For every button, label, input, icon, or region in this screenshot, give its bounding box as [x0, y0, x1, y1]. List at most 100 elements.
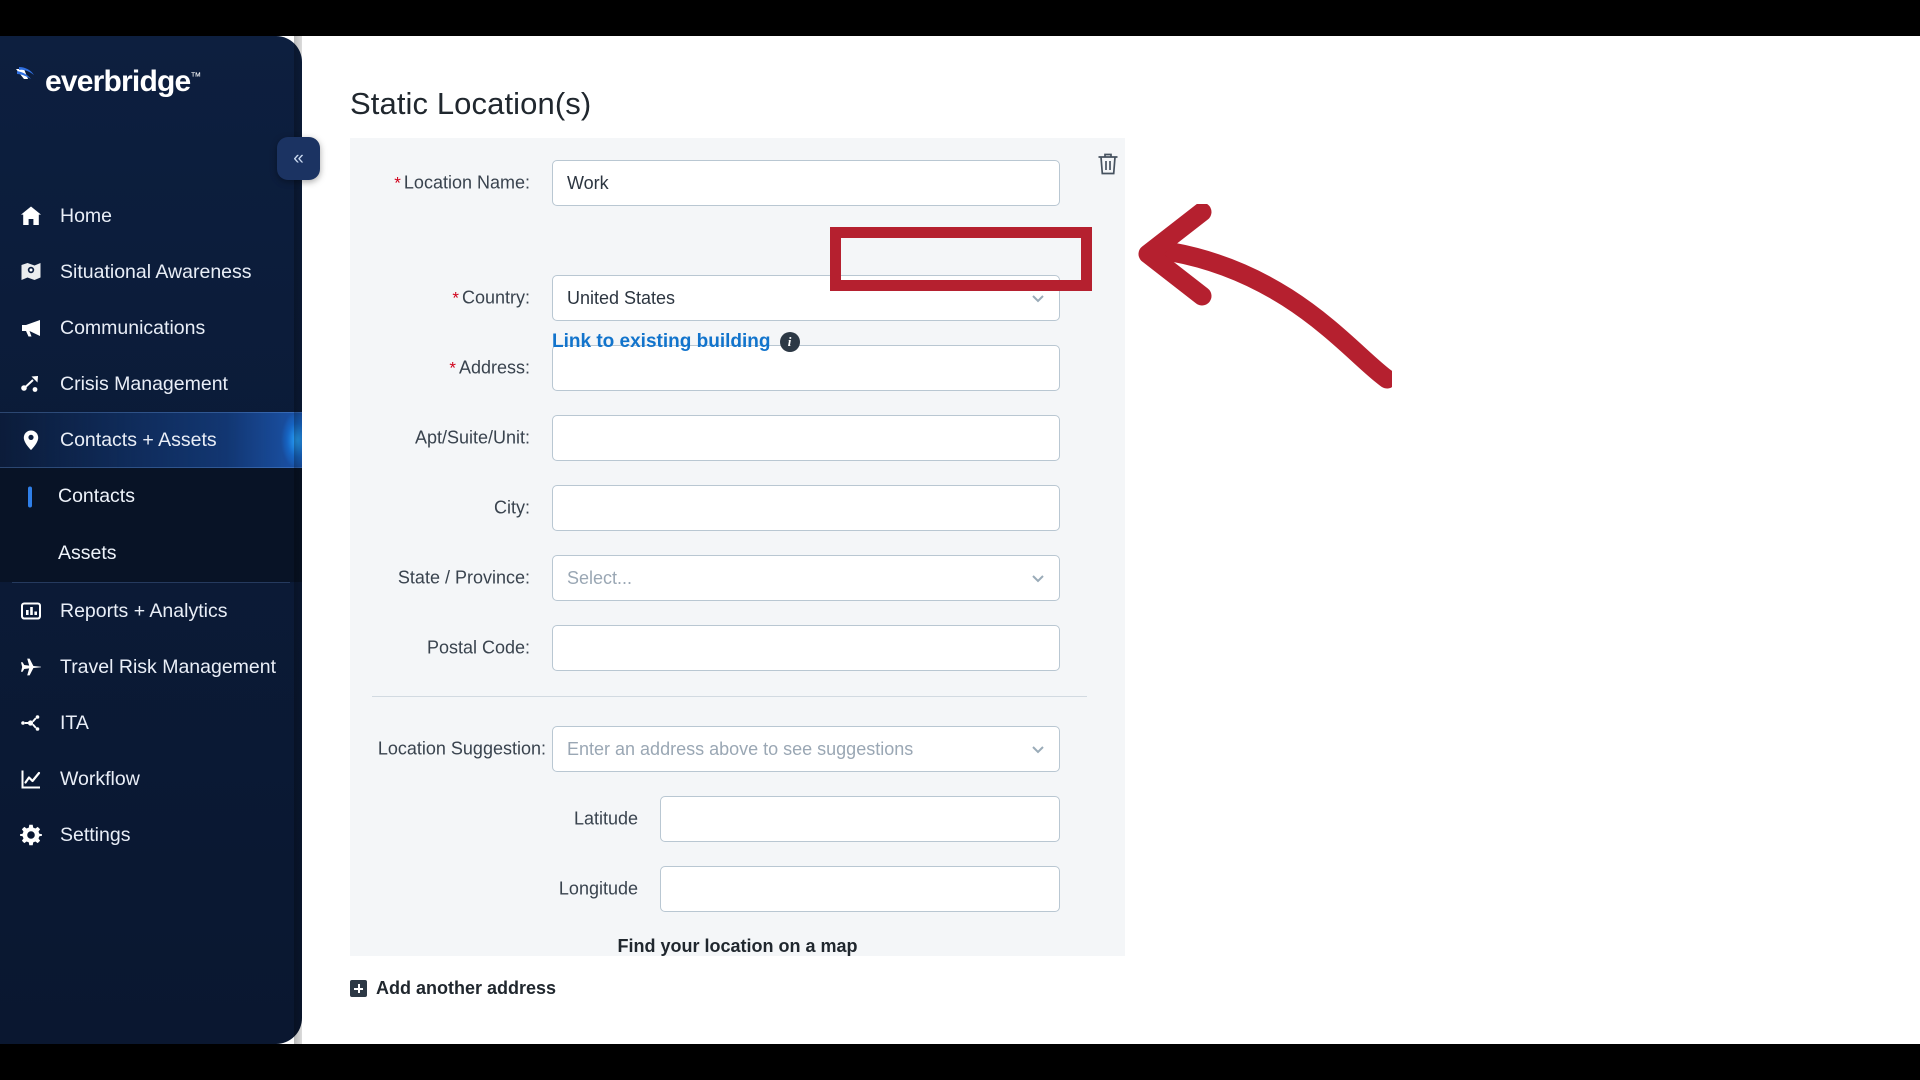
- annotation-arrow: [1138, 204, 1392, 389]
- sidebar-item-ita[interactable]: ITA: [0, 695, 302, 751]
- sidebar-item-communications[interactable]: Communications: [0, 300, 302, 356]
- label-postal-wrap: Postal Code:: [350, 625, 530, 671]
- crisis-nodes-icon: [18, 371, 44, 397]
- trash-icon: [1098, 153, 1118, 175]
- chevron-down-icon: [1029, 569, 1047, 587]
- link-to-existing-building-button[interactable]: Link to existing building i: [552, 331, 800, 353]
- label-country: * Country:: [452, 287, 530, 308]
- chevron-down-icon: [1029, 740, 1047, 758]
- sidebar-item-settings[interactable]: Settings: [0, 807, 302, 863]
- required-asterisk: *: [449, 358, 456, 378]
- label-latitude: Latitude: [573, 808, 638, 829]
- sidebar-item-label: Home: [60, 204, 113, 227]
- location-name-input[interactable]: Work: [552, 160, 1060, 206]
- info-icon[interactable]: i: [779, 332, 800, 352]
- postal-input[interactable]: [552, 625, 1060, 671]
- find-location-on-map-link[interactable]: Find your location on a map: [350, 936, 1125, 957]
- home-icon: [18, 203, 44, 229]
- country-value: United States: [567, 287, 676, 308]
- form-row-postal: Postal Code:: [350, 625, 1125, 671]
- label-state-wrap: State / Province:: [350, 555, 530, 601]
- page-title: Static Location(s): [350, 86, 592, 121]
- bar-chart-icon: [18, 598, 44, 624]
- form-row-latitude: Latitude: [350, 796, 1125, 842]
- label-state: State / Province:: [397, 567, 530, 588]
- label-postal: Postal Code:: [426, 637, 530, 658]
- form-row-city: City:: [350, 485, 1125, 531]
- sidebar-subitem-assets[interactable]: Assets: [0, 525, 302, 582]
- label-longitude-wrap: Longitude: [350, 866, 638, 912]
- chevron-double-left-icon: «: [293, 147, 304, 169]
- sidebar-item-crisis-management[interactable]: Crisis Management: [0, 356, 302, 412]
- megaphone-icon: [18, 315, 44, 341]
- active-indicator-bar: [28, 486, 32, 507]
- sidebar-item-workflow[interactable]: Workflow: [0, 751, 302, 807]
- map-pin-awareness-icon: [18, 259, 44, 285]
- label-address-wrap: * Address:: [350, 345, 530, 391]
- add-another-address-label: Add another address: [376, 978, 557, 998]
- sidebar-item-label: Workflow: [60, 767, 140, 790]
- sidebar-collapse-button[interactable]: «: [277, 137, 320, 180]
- sidebar-item-label: Settings: [60, 823, 131, 846]
- label-apt-wrap: Apt/Suite/Unit:: [350, 415, 530, 461]
- sidebar-item-label: Situational Awareness: [60, 260, 252, 283]
- form-row-apt: Apt/Suite/Unit:: [350, 415, 1125, 461]
- required-asterisk: *: [394, 173, 401, 193]
- sidebar-item-travel-risk-management[interactable]: Travel Risk Management: [0, 639, 302, 695]
- form-row-location-suggestion: Location Suggestion: Enter an address ab…: [350, 726, 1125, 772]
- label-location-name: * Location Name:: [394, 172, 530, 193]
- label-longitude: Longitude: [558, 878, 638, 899]
- form-row-longitude: Longitude: [350, 866, 1125, 912]
- location-name-value: Work: [567, 172, 609, 193]
- sidebar-subitem-label: Contacts: [58, 485, 135, 507]
- location-pin-icon: [18, 427, 44, 453]
- sidebar-item-label: Contacts + Assets: [60, 428, 217, 451]
- longitude-input[interactable]: [660, 866, 1060, 912]
- sidebar-subitem-contacts[interactable]: Contacts: [0, 468, 302, 525]
- country-select[interactable]: United States: [552, 275, 1060, 321]
- sidebar-item-situational-awareness[interactable]: Situational Awareness: [0, 244, 302, 300]
- label-latitude-wrap: Latitude: [350, 796, 638, 842]
- label-suggestion-wrap: Location Suggestion:: [350, 726, 546, 772]
- brand-trademark: ™: [190, 71, 201, 83]
- sidebar-item-home[interactable]: Home: [0, 188, 302, 244]
- label-location-suggestion: Location Suggestion:: [377, 738, 546, 759]
- ita-nodes-icon: [18, 710, 44, 736]
- label-apt: Apt/Suite/Unit:: [414, 427, 530, 448]
- apt-input[interactable]: [552, 415, 1060, 461]
- main-content: Static Location(s) * Location Name: Work …: [302, 36, 1920, 1044]
- delete-location-button[interactable]: [1095, 151, 1125, 181]
- link-to-existing-building-label: Link to existing building: [552, 331, 771, 352]
- everbridge-logo-mark: [14, 66, 44, 92]
- everbridge-logo[interactable]: everbridge™: [14, 62, 201, 97]
- add-another-address-button[interactable]: Add another address: [350, 978, 556, 999]
- form-divider: [372, 696, 1087, 697]
- label-city: City:: [494, 497, 530, 518]
- location-suggestion-select[interactable]: Enter an address above to see suggestion…: [552, 726, 1060, 772]
- location-suggestion-placeholder: Enter an address above to see suggestion…: [567, 738, 914, 759]
- form-row-location-name: * Location Name: Work: [350, 160, 1125, 206]
- latitude-input[interactable]: [660, 796, 1060, 842]
- sidebar-item-label: Communications: [60, 316, 206, 339]
- state-select[interactable]: Select...: [552, 555, 1060, 601]
- city-input[interactable]: [552, 485, 1060, 531]
- required-asterisk: *: [452, 288, 459, 308]
- sidebar-item-label: Reports + Analytics: [60, 599, 228, 622]
- line-chart-icon: [18, 766, 44, 792]
- sidebar-item-label: ITA: [60, 711, 89, 734]
- label-country-wrap: * Country:: [350, 275, 530, 321]
- sidebar-nav-list: Home Situational Awareness Communications C…: [0, 188, 302, 863]
- sidebar-item-label: Crisis Management: [60, 372, 228, 395]
- label-city-wrap: City:: [350, 485, 530, 531]
- gear-icon: [18, 822, 44, 848]
- plus-icon: [350, 980, 367, 997]
- sidebar-subnav: Contacts Assets: [0, 468, 302, 582]
- primary-sidebar: everbridge™ Home Situational Awareness Com…: [0, 36, 302, 1044]
- form-row-state: State / Province: Select...: [350, 555, 1125, 601]
- sidebar-item-contacts-assets[interactable]: Contacts + Assets: [0, 412, 302, 468]
- label-location-name-wrap: * Location Name:: [350, 160, 530, 206]
- label-address: * Address:: [449, 357, 530, 378]
- sidebar-subitem-label: Assets: [58, 542, 117, 564]
- sidebar-item-reports-analytics[interactable]: Reports + Analytics: [0, 583, 302, 639]
- state-placeholder: Select...: [567, 567, 633, 588]
